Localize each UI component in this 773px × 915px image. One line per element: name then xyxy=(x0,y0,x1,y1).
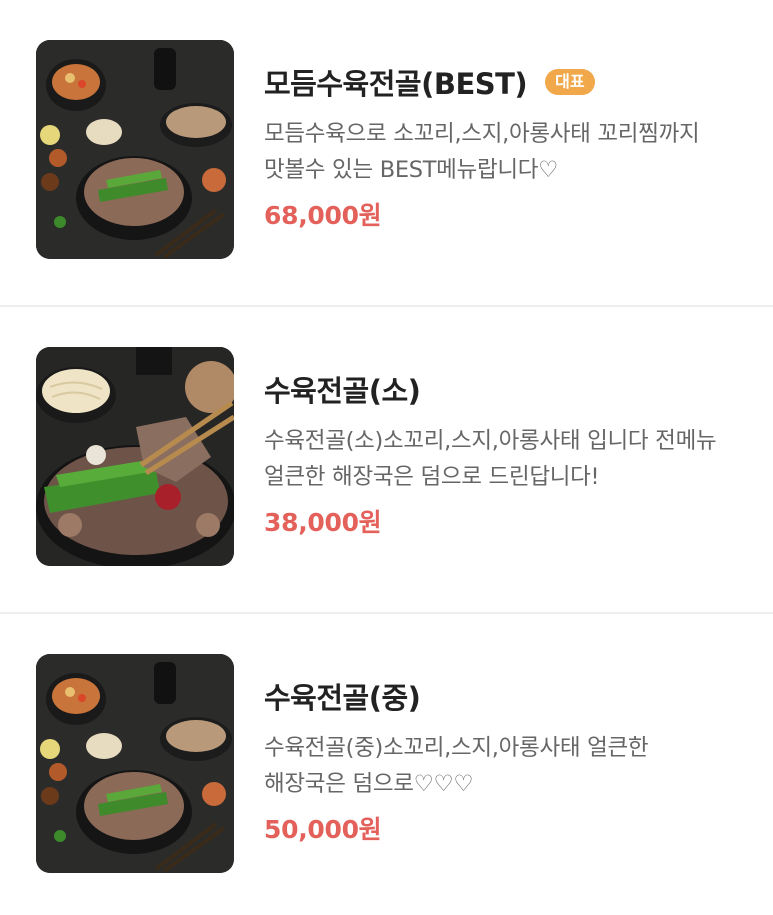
menu-item-info: 모듬수육전골(BEST) 대표 모듬수육으로 소꼬리,스지,아롱사태 꼬리찜까지… xyxy=(264,60,744,232)
title-row: 수육전골(소) xyxy=(264,367,744,411)
menu-item-price: 50,000원 xyxy=(264,815,382,844)
menu-item-photo xyxy=(36,40,234,259)
title-row: 수육전골(중) xyxy=(264,674,744,718)
menu-item-photo xyxy=(36,347,234,566)
menu-item-description: 수육전골(중)소꼬리,스지,아롱사태 얼큰한 해장국은 덤으로♡♡♡ xyxy=(264,735,649,797)
menu-item-info: 수육전골(중) 수육전골(중)소꼬리,스지,아롱사태 얼큰한 해장국은 덤으로♡… xyxy=(264,674,744,846)
menu-list: 모듬수육전골(BEST) 대표 모듬수육으로 소꼬리,스지,아롱사태 꼬리찜까지… xyxy=(0,0,773,915)
menu-item[interactable]: 수육전골(중) 수육전골(중)소꼬리,스지,아롱사태 얼큰한 해장국은 덤으로♡… xyxy=(0,614,773,915)
menu-item-price: 68,000원 xyxy=(264,201,382,230)
menu-item-title: 수육전골(소) xyxy=(264,374,421,408)
menu-item-price: 38,000원 xyxy=(264,508,382,537)
menu-item-description: 모듬수육으로 소꼬리,스지,아롱사태 꼬리찜까지 맛볼수 있는 BEST메뉴랍니… xyxy=(264,121,700,183)
menu-item-description: 수육전골(소)소꼬리,스지,아롱사태 입니다 전메뉴 얼큰한 해장국은 덤으로 … xyxy=(264,428,717,490)
menu-item-title: 모듬수육전골(BEST) xyxy=(264,67,528,101)
signature-badge: 대표 xyxy=(545,69,595,95)
menu-item-photo xyxy=(36,654,234,873)
menu-item-title: 수육전골(중) xyxy=(264,681,421,715)
menu-item[interactable]: 수육전골(소) 수육전골(소)소꼬리,스지,아롱사태 입니다 전메뉴 얼큰한 해… xyxy=(0,307,773,614)
menu-item-info: 수육전골(소) 수육전골(소)소꼬리,스지,아롱사태 입니다 전메뉴 얼큰한 해… xyxy=(264,367,744,539)
title-row: 모듬수육전골(BEST) 대표 xyxy=(264,60,744,104)
menu-item[interactable]: 모듬수육전골(BEST) 대표 모듬수육으로 소꼬리,스지,아롱사태 꼬리찜까지… xyxy=(0,0,773,307)
